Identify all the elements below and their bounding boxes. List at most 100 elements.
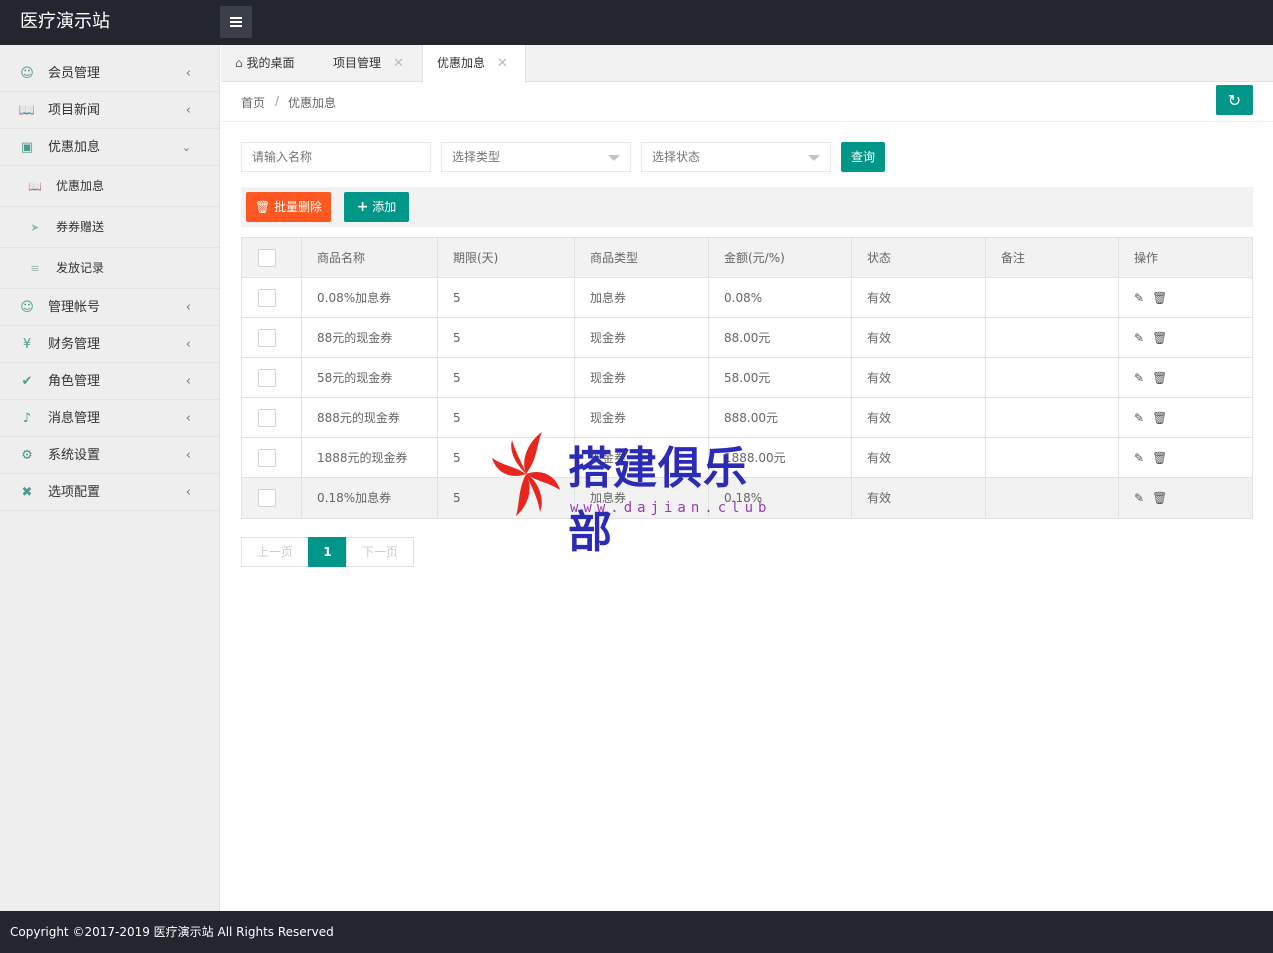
cell-amount: 1888.00元 [708,438,851,478]
table-row: 1888元的现金券 5 现金券 1888.00元 有效 ✎ 🗑 [242,438,1252,478]
table-row: 0.18%加息券 5 加息券 0.18% 有效 ✎ 🗑 [242,478,1252,518]
header-actions: 操作 [1118,238,1252,278]
sidebar-item-messages[interactable]: ♪ 消息管理 ‹ [0,400,219,437]
sidebar-item-label: 角色管理 [48,374,101,389]
cell-type: 加息券 [574,478,708,518]
tab-desktop[interactable]: ⌂ 我的桌面 [235,45,294,82]
row-checkbox[interactable] [258,329,276,347]
select-all-cell [242,238,301,278]
sidebar-item-label: 优惠加息 [48,140,101,155]
header-status[interactable]: 状态 [851,238,985,278]
header-days[interactable]: 期限(天) [437,238,574,278]
sidebar-item-news[interactable]: 📖 项目新闻 ‹ [0,92,219,129]
cell-days: 5 [437,438,574,478]
row-checkbox[interactable] [258,409,276,427]
shield-icon: ✔ [21,374,33,389]
cell-status: 有效 [851,318,985,358]
sidebar-item-finance[interactable]: ¥ 财务管理 ‹ [0,326,219,363]
cell-type: 现金券 [574,398,708,438]
edit-icon[interactable]: ✎ [1134,318,1144,358]
sidebar-item-system-settings[interactable]: ⚙ 系统设置 ‹ [0,437,219,474]
close-icon[interactable]: ✕ [393,56,404,71]
cell-status: 有效 [851,478,985,518]
row-checkbox[interactable] [258,369,276,387]
tab-bar: ⌂ 我的桌面 项目管理 ✕ 优惠加息 ✕ [221,45,1273,83]
sidebar-item-admin-accounts[interactable]: ☺ 管理帐号 ‹ [0,289,219,326]
image-icon: ▣ [20,140,34,155]
cell-amount: 58.00元 [708,358,851,398]
row-checkbox[interactable] [258,289,276,307]
cell-actions: ✎ 🗑 [1118,278,1252,318]
refresh-button[interactable]: ↻ [1216,85,1253,115]
cell-note [985,398,1118,438]
header-amount[interactable]: 金额(元/%) [708,238,851,278]
app-logo[interactable]: 医疗演示站 [20,0,110,45]
breadcrumb: 首页 / 优惠加息 ↻ [221,82,1273,122]
menu-toggle-button[interactable] [220,6,252,38]
breadcrumb-separator: / [275,94,280,108]
add-button[interactable]: + 添加 [344,192,409,222]
close-icon[interactable]: ✕ [497,56,508,71]
sidebar-subitem-coupon-gift[interactable]: ➤ 券券赠送 [0,207,219,248]
cell-type: 现金券 [574,358,708,398]
caret-down-icon [808,155,820,161]
edit-icon[interactable]: ✎ [1134,478,1144,518]
top-header: 医疗演示站 [0,0,1273,45]
tab-project-management[interactable]: 项目管理 ✕ [333,45,404,82]
send-icon: ➤ [30,221,40,234]
header-type[interactable]: 商品类型 [574,238,708,278]
cell-days: 5 [437,398,574,438]
page-1-button[interactable]: 1 [308,537,347,567]
cell-name: 58元的现金券 [301,358,437,398]
select-all-checkbox[interactable] [258,249,276,267]
trash-icon[interactable]: 🗑 [1152,478,1167,518]
sidebar-item-roles[interactable]: ✔ 角色管理 ‹ [0,363,219,400]
trash-icon[interactable]: 🗑 [1152,318,1167,358]
sidebar-subitem-coupon-list[interactable]: 📖 优惠加息 [0,166,219,207]
footer: Copyright ©2017-2019 医疗演示站 All Rights Re… [0,911,1273,953]
trash-icon[interactable]: 🗑 [1152,398,1167,438]
tab-coupons[interactable]: 优惠加息 ✕ [422,45,526,83]
cell-status: 有效 [851,278,985,318]
chevron-left-icon: ‹ [185,300,191,315]
cell-actions: ✎ 🗑 [1118,358,1252,398]
copyright-text: Copyright ©2017-2019 医疗演示站 All Rights Re… [10,925,334,939]
sidebar-item-label: 选项配置 [48,485,101,500]
cell-note [985,278,1118,318]
header-note[interactable]: 备注 [985,238,1118,278]
book-icon: 📖 [18,103,36,118]
trash-icon[interactable]: 🗑 [1152,358,1167,398]
prev-page-button[interactable]: 上一页 [241,537,309,567]
edit-icon[interactable]: ✎ [1134,398,1144,438]
edit-icon[interactable]: ✎ [1134,438,1144,478]
status-select[interactable]: 选择状态 [641,142,831,172]
edit-icon[interactable]: ✎ [1134,278,1144,318]
table-row: 88元的现金券 5 现金券 88.00元 有效 ✎ 🗑 [242,318,1252,358]
name-search-input[interactable]: 请输入名称 [241,142,431,172]
cell-amount: 888.00元 [708,398,851,438]
query-button[interactable]: 查询 [841,142,885,172]
trash-icon[interactable]: 🗑 [1152,278,1167,318]
chevron-left-icon: ‹ [185,337,191,352]
next-page-button[interactable]: 下一页 [346,537,414,567]
sidebar-subitem-issue-records[interactable]: ≡ 发放记录 [0,248,219,289]
cell-actions: ✎ 🗑 [1118,398,1252,438]
chevron-down-icon: ⌄ [181,141,191,154]
edit-icon[interactable]: ✎ [1134,358,1144,398]
sidebar-item-options[interactable]: ✖ 选项配置 ‹ [0,474,219,511]
cell-name: 1888元的现金券 [301,438,437,478]
sidebar-item-coupons[interactable]: ▣ 优惠加息 ⌄ [0,129,219,166]
row-checkbox[interactable] [258,489,276,507]
breadcrumb-home[interactable]: 首页 [241,94,265,111]
users-icon: ☺ [20,300,34,315]
row-checkbox[interactable] [258,449,276,467]
sidebar-item-members[interactable]: ☺ 会员管理 ‹ [0,55,219,92]
cell-status: 有效 [851,358,985,398]
header-name[interactable]: 商品名称 [301,238,437,278]
home-icon: ⌂ [235,56,243,70]
caret-down-icon [608,155,620,161]
cell-note [985,478,1118,518]
batch-delete-button[interactable]: 🗑 批量删除 [246,192,331,222]
type-select[interactable]: 选择类型 [441,142,631,172]
trash-icon[interactable]: 🗑 [1152,438,1167,478]
